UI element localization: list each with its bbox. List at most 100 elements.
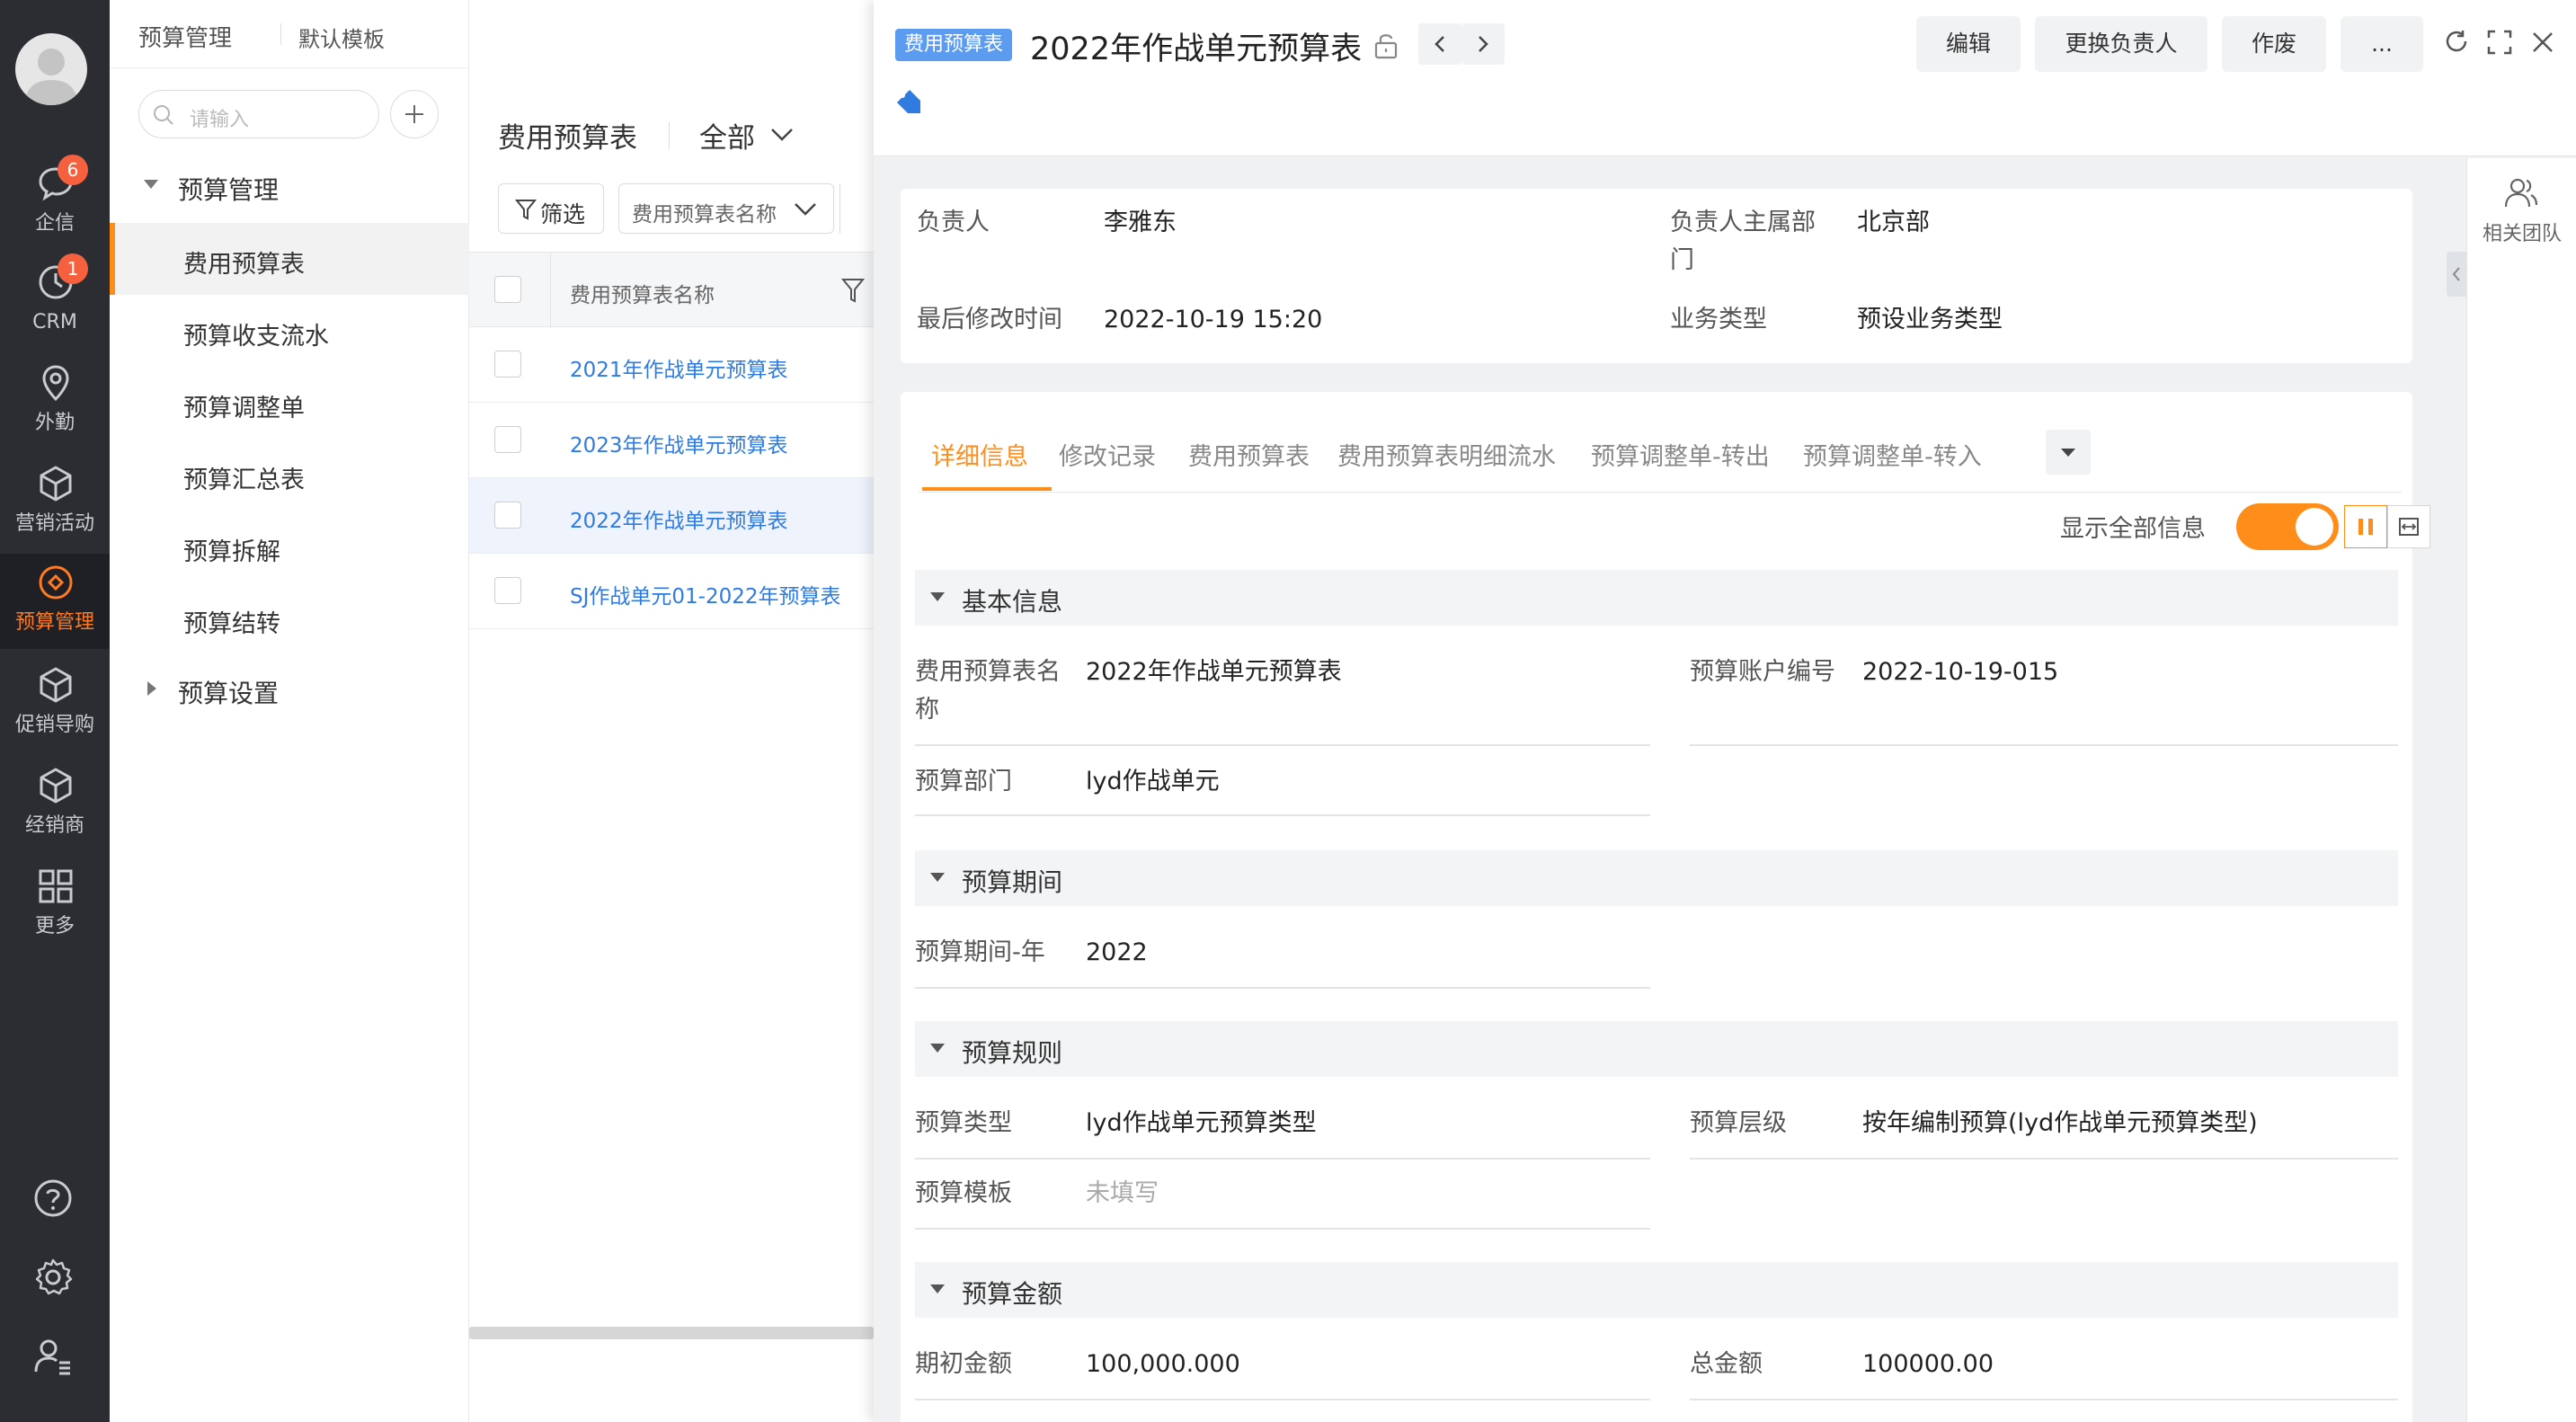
modified-time-label: 最后修改时间 [917, 306, 1062, 333]
add-button[interactable] [390, 90, 439, 138]
chevron-down-icon[interactable] [769, 126, 795, 144]
modified-time-value: 2022-10-19 15:20 [1104, 306, 1323, 333]
tab-expense-detail-flow[interactable]: 费用预算表明细流水 [1337, 437, 1556, 472]
section-basic-info[interactable]: 基本信息 [915, 570, 2398, 626]
field-label-budget-template: 预算模板 [915, 1179, 1012, 1207]
row-checkbox[interactable] [494, 351, 521, 378]
detail-tabs: 详细信息 修改记录 费用预算表 费用预算表明细流水 预算调整单-转出 预算调整单… [919, 419, 2402, 493]
row-link[interactable]: 2021年作战单元预算表 [570, 352, 788, 383]
detail-panel: 费用预算表 2022年作战单元预算表 编辑 更换负责人 作废 ... 负责人 李… [874, 0, 2576, 1422]
rail-label: 营销活动 [14, 512, 94, 535]
two-column-layout-button[interactable] [2344, 505, 2387, 548]
full-width-layout-button[interactable] [2387, 505, 2430, 548]
tree-item-label: 费用预算表 [183, 251, 305, 279]
horizontal-scrollbar[interactable] [469, 1327, 874, 1339]
column-filter-icon[interactable] [841, 276, 865, 305]
template-switch[interactable]: 默认模板 [298, 22, 385, 53]
table-row[interactable]: 2023年作战单元预算表 [469, 403, 874, 478]
change-owner-button[interactable]: 更换负责人 [2035, 16, 2207, 72]
user-settings-icon[interactable] [32, 1336, 74, 1377]
caret-down-icon [930, 1044, 945, 1053]
fullscreen-icon[interactable] [2486, 29, 2513, 56]
tree-group-budget-settings[interactable]: 预算设置 [110, 656, 469, 723]
nav-search-input[interactable]: 请输入 [138, 90, 379, 138]
section-budget-period[interactable]: 预算期间 [915, 850, 2398, 906]
table-header: 费用预算表名称 [469, 252, 874, 328]
table-row[interactable]: 2021年作战单元预算表 [469, 327, 874, 403]
row-checkbox[interactable] [494, 502, 521, 529]
row-link[interactable]: 2023年作战单元预算表 [570, 428, 788, 458]
next-record-button[interactable] [1461, 23, 1505, 65]
field-divider [1690, 1399, 2398, 1400]
row-checkbox[interactable] [494, 426, 521, 453]
table-row-selected[interactable]: 2022年作战单元预算表 [469, 478, 874, 554]
location-pin-icon [42, 365, 69, 402]
lock-icon [1374, 34, 1398, 59]
row-checkbox[interactable] [494, 577, 521, 604]
settings-gear-icon[interactable] [32, 1257, 74, 1298]
owner-value[interactable]: 李雅东 [1104, 203, 1177, 243]
caret-down-icon [930, 1284, 945, 1293]
tree-item-budget-adjust[interactable]: 预算调整单 [110, 367, 469, 439]
table-row[interactable]: SJ作战单元01-2022年预算表 [469, 554, 874, 629]
field-label-name: 费用预算表名 [915, 658, 1061, 686]
tree-item-expense-budget[interactable]: 费用预算表 [110, 223, 469, 295]
search-input-edge[interactable] [839, 183, 874, 234]
tree-item-budget-flow[interactable]: 预算收支流水 [110, 295, 469, 367]
rail-item-field[interactable]: 外勤 [0, 354, 110, 449]
caret-down-icon [144, 180, 158, 189]
rail-item-dealer[interactable]: 经销商 [0, 757, 110, 852]
rail-item-promotion[interactable]: 促销导购 [0, 656, 110, 751]
tree-item-budget-split[interactable]: 预算拆解 [110, 511, 469, 582]
prev-record-button[interactable] [1418, 23, 1461, 65]
object-type-tag: 费用预算表 [895, 29, 1013, 61]
toggle-knob [2296, 508, 2333, 546]
column-header-name[interactable]: 费用预算表名称 [570, 278, 715, 308]
tree-group-label: 预算设置 [178, 679, 280, 708]
more-tabs-button[interactable] [2046, 430, 2091, 475]
field-label-initial-amount: 期初金额 [915, 1350, 1012, 1378]
scope-dropdown[interactable]: 全部 [699, 115, 755, 156]
select-all-checkbox[interactable] [494, 276, 521, 303]
search-field-select[interactable]: 费用预算表名称 [618, 183, 834, 234]
void-button[interactable]: 作废 [2222, 16, 2326, 72]
help-icon[interactable] [32, 1178, 74, 1219]
rail-item-more[interactable]: 更多 [0, 858, 110, 953]
search-placeholder: 请输入 [190, 109, 250, 131]
more-actions-button[interactable]: ... [2341, 16, 2423, 72]
rail-label: 企信 [34, 212, 75, 235]
related-team-panel[interactable]: 相关团队 [2466, 158, 2576, 1422]
section-budget-amount[interactable]: 预算金额 [915, 1262, 2398, 1318]
field-value-budget-type: lyd作战单元预算类型 [1086, 1109, 1317, 1137]
rail-item-crm[interactable]: 1 CRM [0, 253, 110, 349]
filter-button[interactable]: 筛选 [498, 183, 604, 234]
rail-item-marketing[interactable]: 营销活动 [0, 455, 110, 550]
tab-change-log[interactable]: 修改记录 [1059, 437, 1156, 472]
column-divider [550, 253, 551, 328]
row-link[interactable]: 2022年作战单元预算表 [570, 503, 788, 534]
row-link[interactable]: SJ作战单元01-2022年预算表 [570, 579, 840, 609]
caret-right-icon [147, 681, 156, 696]
refresh-icon[interactable] [2443, 29, 2470, 56]
team-icon [2504, 178, 2538, 208]
tree-group-budget-management[interactable]: 预算管理 [110, 153, 469, 219]
section-budget-rule[interactable]: 预算规则 [915, 1021, 2398, 1077]
owner-dept-value: 北京部 [1857, 209, 1930, 236]
user-avatar[interactable] [15, 33, 87, 105]
caret-down-icon [2061, 449, 2075, 457]
tab-adjust-out[interactable]: 预算调整单-转出 [1591, 437, 1770, 472]
section-title: 预算金额 [962, 1279, 1063, 1309]
close-icon[interactable] [2529, 29, 2556, 56]
tab-expense-budget[interactable]: 费用预算表 [1188, 437, 1310, 472]
tab-detail-info[interactable]: 详细信息 [931, 437, 1028, 472]
label-tag-icon[interactable] [893, 86, 924, 117]
rail-item-qixin[interactable]: 6 企信 [0, 155, 110, 250]
edit-button[interactable]: 编辑 [1916, 16, 2021, 72]
side-collapse-handle[interactable] [2447, 252, 2466, 297]
rail-item-budget[interactable]: 预算管理 [0, 554, 110, 649]
module-nav: 预算管理 默认模板 请输入 预算管理 费用预算表 预算收支流水 预算调整单 预算… [110, 0, 469, 1422]
tab-adjust-in[interactable]: 预算调整单-转入 [1803, 437, 1982, 472]
tree-item-budget-summary[interactable]: 预算汇总表 [110, 439, 469, 511]
show-all-toggle[interactable] [2236, 503, 2339, 550]
tree-item-budget-carryover[interactable]: 预算结转 [110, 582, 469, 654]
